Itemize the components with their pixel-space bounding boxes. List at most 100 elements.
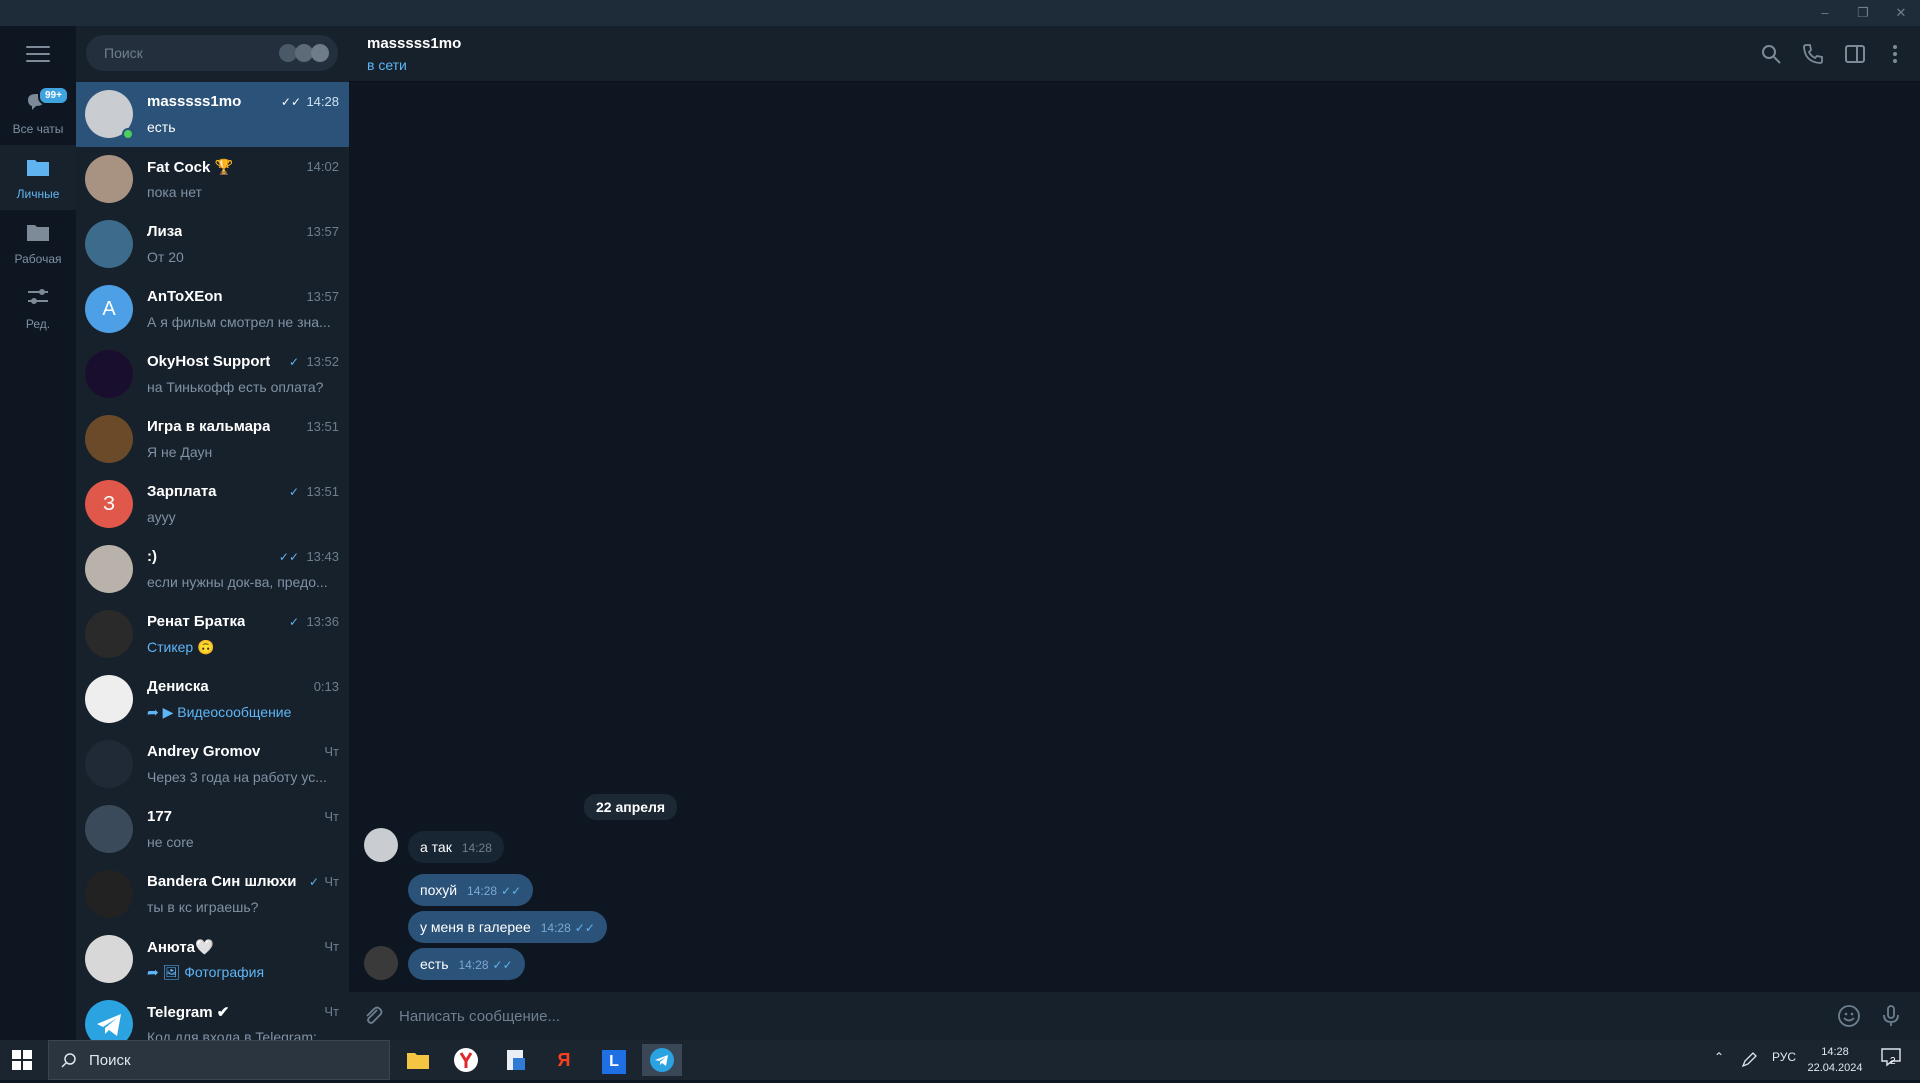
chat-name: Лиза xyxy=(147,223,183,240)
chat-item[interactable]: A AnToXEon 13:57 А я фильм смотрел не зн… xyxy=(76,277,349,342)
read-ticks-icon: ✓✓ xyxy=(574,921,595,935)
chat-name: Andrey Gromov xyxy=(147,743,261,760)
sender-avatar[interactable] xyxy=(364,828,398,862)
chat-item[interactable]: 177 Чт не core xyxy=(76,797,349,862)
notification-center-icon[interactable]: 2 xyxy=(1880,1046,1902,1071)
read-ticks-icon: ✓ xyxy=(288,485,299,499)
search-icon xyxy=(61,1053,76,1068)
chat-item[interactable]: Telegram ✔ Чт Код для входа в Telegram: xyxy=(76,992,349,1040)
taskbar-clock[interactable]: 14:28 22.04.2024 xyxy=(1800,1044,1870,1076)
clock-date: 22.04.2024 xyxy=(1807,1062,1863,1074)
yandex-browser-icon[interactable] xyxy=(446,1044,486,1076)
avatar xyxy=(85,155,133,203)
message-input[interactable] xyxy=(399,1002,1699,1030)
stories-avatars-icon[interactable] xyxy=(278,43,330,63)
microphone-icon[interactable] xyxy=(1879,1004,1903,1028)
folder-work[interactable]: Рабочая xyxy=(0,210,76,275)
message-bubble[interactable]: у меня в галерее 14:28 ✓✓ xyxy=(408,911,607,943)
window-titlebar: – ❐ ✕ xyxy=(0,0,1920,26)
chat-name: :) xyxy=(147,548,157,565)
app-l-label: L xyxy=(602,1050,626,1074)
folder-icon xyxy=(27,225,49,241)
chat-item[interactable]: Bandera Син шлюхи ✓ Чт ты в кс играешь? xyxy=(76,862,349,927)
chat-item[interactable]: OkyHost Support ✓ 13:52 на Тинькофф есть… xyxy=(76,342,349,407)
telegram-taskbar-icon[interactable] xyxy=(642,1044,682,1076)
folder-edit[interactable]: Ред. xyxy=(0,275,76,340)
chat-time: 13:57 xyxy=(306,224,339,239)
chat-time: 13:57 xyxy=(306,289,339,304)
emoji-icon[interactable] xyxy=(1837,1004,1861,1028)
search-placeholder: Поиск xyxy=(104,45,143,61)
windows-start-icon[interactable] xyxy=(12,1050,32,1070)
folder-label: Личные xyxy=(16,187,60,201)
language-indicator[interactable]: РУС xyxy=(1772,1050,1796,1064)
message-composer xyxy=(349,992,1920,1040)
file-manager-icon[interactable] xyxy=(496,1044,536,1076)
chat-time: 13:52 xyxy=(306,354,339,369)
chat-name: Игра в кальмара xyxy=(147,418,271,435)
search-icon[interactable] xyxy=(1759,42,1783,66)
chat-item[interactable]: Дениска 0:13 ➦ ▶ Видеосообщение xyxy=(76,667,349,732)
chat-item[interactable]: :) ✓✓ 13:43 если нужны док-ва, предо... xyxy=(76,537,349,602)
close-button[interactable]: ✕ xyxy=(1886,2,1916,24)
chat-time: 13:43 xyxy=(306,549,339,564)
chat-name: AnToXEon xyxy=(147,288,223,305)
folder-personal[interactable]: Личные xyxy=(0,145,76,210)
chat-item[interactable]: З Зарплата ✓ 13:51 ауyy xyxy=(76,472,349,537)
read-ticks-icon: ✓✓ xyxy=(280,95,301,109)
message-bubble[interactable]: есть 14:28 ✓✓ xyxy=(408,948,525,980)
chat-preview: От 20 xyxy=(147,249,184,265)
chat-item[interactable]: Анюта🤍 Чт ➦ 🖼 Фотография xyxy=(76,927,349,992)
sidebar-toggle-icon[interactable] xyxy=(1843,42,1867,66)
avatar xyxy=(85,740,133,788)
message-time: 14:28 xyxy=(467,884,498,898)
chat-header[interactable]: masssss1mo в сети xyxy=(349,26,1920,82)
chat-item[interactable]: Лиза 13:57 От 20 xyxy=(76,212,349,277)
unread-badge: 99+ xyxy=(38,86,69,105)
folder-all-chats[interactable]: 99+ Все чаты xyxy=(0,80,76,145)
hamburger-menu-icon[interactable] xyxy=(26,46,50,62)
tray-chevron-icon[interactable]: ⌃ xyxy=(1714,1050,1724,1064)
message-bubble[interactable]: а так 14:28 xyxy=(408,831,504,863)
message-text: а так xyxy=(420,839,452,855)
avatar xyxy=(85,805,133,853)
chat-item[interactable]: Andrey Gromov Чт Через 3 года на работу … xyxy=(76,732,349,797)
chat-preview: ауyy xyxy=(147,509,176,525)
chat-item[interactable]: masssss1mo ✓✓ 14:28 есть xyxy=(76,82,349,147)
search-box[interactable]: Поиск xyxy=(86,35,338,71)
chat-time: 0:13 xyxy=(313,679,339,694)
header-chat-name[interactable]: masssss1mo xyxy=(367,35,461,52)
chat-time: 14:28 xyxy=(306,94,339,109)
message-text: есть xyxy=(420,956,449,972)
yandex-icon[interactable]: Я xyxy=(544,1044,584,1076)
file-explorer-icon[interactable] xyxy=(398,1044,438,1076)
message-time: 14:28 xyxy=(458,958,489,972)
avatar xyxy=(85,935,133,983)
chat-item[interactable]: Fat Cock 🏆 14:02 пока нет xyxy=(76,147,349,212)
avatar xyxy=(85,415,133,463)
paperclip-icon[interactable] xyxy=(361,1004,385,1028)
folder-label: Ред. xyxy=(25,317,51,331)
read-ticks-icon: ✓✓ xyxy=(278,550,299,564)
app-l-icon[interactable]: L xyxy=(594,1044,634,1076)
message-time: 14:28 xyxy=(540,921,571,935)
avatar xyxy=(85,610,133,658)
chat-list: Поиск masssss1mo ✓✓ 14:28 есть Fat Cock … xyxy=(76,26,349,1040)
own-avatar[interactable] xyxy=(364,946,398,980)
chat-time: Чт xyxy=(324,1004,339,1019)
read-ticks-icon: ✓✓ xyxy=(501,884,522,898)
chat-name: Bandera Син шлюхи xyxy=(147,873,297,890)
message-bubble[interactable]: похуй 14:28 ✓✓ xyxy=(408,874,534,906)
minimize-button[interactable]: – xyxy=(1810,2,1840,24)
taskbar-search[interactable]: Поиск xyxy=(48,1040,390,1080)
chat-time: Чт xyxy=(324,809,339,824)
pen-icon[interactable] xyxy=(1740,1051,1758,1069)
chat-item[interactable]: Игра в кальмара 13:51 Я не Даун xyxy=(76,407,349,472)
phone-icon[interactable] xyxy=(1801,42,1825,66)
more-options-icon[interactable] xyxy=(1883,42,1907,66)
maximize-button[interactable]: ❐ xyxy=(1848,2,1878,24)
chat-preview: не core xyxy=(147,834,194,850)
chat-item[interactable]: Ренат Братка ✓ 13:36 Стикер 🙃 xyxy=(76,602,349,667)
avatar xyxy=(85,350,133,398)
avatar xyxy=(85,545,133,593)
